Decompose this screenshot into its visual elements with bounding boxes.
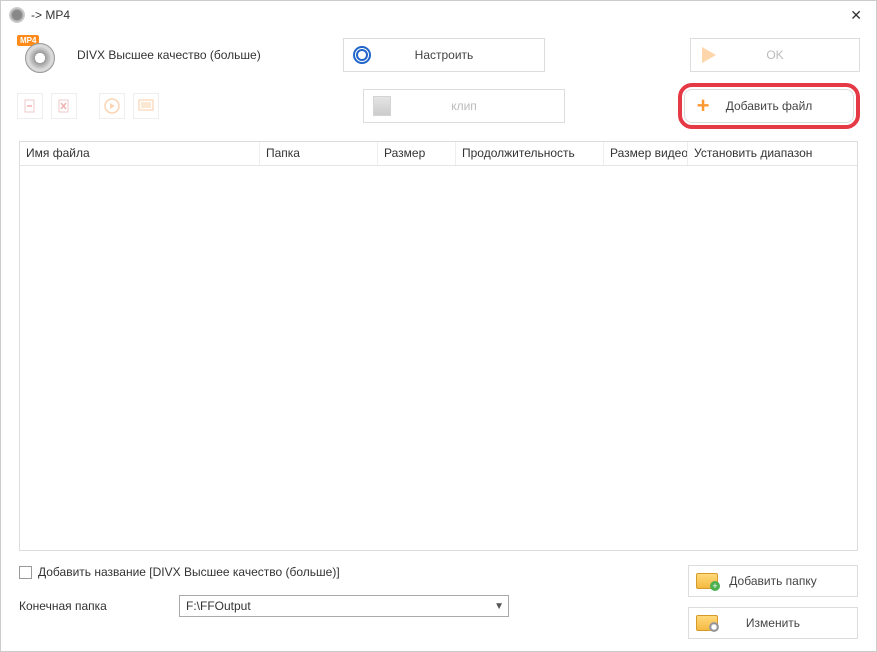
dest-value: F:\FFOutput: [186, 599, 251, 613]
chevron-down-icon: ▼: [494, 601, 504, 612]
clip-button[interactable]: клип: [363, 89, 565, 123]
change-button[interactable]: Изменить: [688, 607, 858, 639]
folder-add-icon: [696, 573, 718, 589]
top-row: MP4 DIVX Высшее качество (больше) Настро…: [1, 29, 876, 79]
play-icon: [104, 98, 120, 114]
page-x-icon: [57, 99, 71, 113]
dest-row: Конечная папка F:\FFOutput ▼: [19, 595, 688, 617]
remove-button[interactable]: [17, 93, 43, 119]
bottom-area: Добавить название [DIVX Высшее качество …: [1, 551, 876, 651]
ok-button[interactable]: OK: [690, 38, 860, 72]
col-duration[interactable]: Продолжительность: [456, 142, 604, 165]
add-file-highlight: + Добавить файл: [678, 83, 860, 129]
dest-label: Конечная папка: [19, 599, 179, 613]
col-video-size[interactable]: Размер видео: [604, 142, 688, 165]
bottom-buttons: Добавить папку Изменить: [688, 565, 858, 639]
add-name-checkbox[interactable]: [19, 566, 32, 579]
second-row: клип + Добавить файл: [1, 79, 876, 141]
page-minus-icon: [23, 99, 37, 113]
add-name-row: Добавить название [DIVX Высшее качество …: [19, 565, 688, 579]
col-size[interactable]: Размер: [378, 142, 456, 165]
delete-button[interactable]: [51, 93, 77, 119]
folder-change-icon: [696, 615, 718, 631]
film-icon: [373, 96, 391, 116]
table-body: [20, 166, 857, 550]
add-file-button[interactable]: + Добавить файл: [684, 89, 854, 123]
gear-icon: [353, 46, 371, 64]
configure-button[interactable]: Настроить: [343, 38, 545, 72]
titlebar: -> MP4 ✕: [1, 1, 876, 29]
window-title: -> MP4: [31, 8, 844, 22]
plus-icon: +: [697, 95, 710, 117]
app-icon: [9, 7, 25, 23]
add-folder-button[interactable]: Добавить папку: [688, 565, 858, 597]
table-header: Имя файла Папка Размер Продолжительность…: [20, 142, 857, 166]
col-folder[interactable]: Папка: [260, 142, 378, 165]
monitor-icon: [138, 99, 154, 113]
col-filename[interactable]: Имя файла: [20, 142, 260, 165]
app-window: -> MP4 ✕ MP4 DIVX Высшее качество (больш…: [0, 0, 877, 652]
format-label: DIVX Высшее качество (больше): [77, 48, 297, 62]
disc-icon: [25, 43, 55, 73]
close-icon[interactable]: ✕: [844, 5, 868, 26]
file-table: Имя файла Папка Размер Продолжительность…: [19, 141, 858, 551]
dest-select[interactable]: F:\FFOutput ▼: [179, 595, 509, 617]
arrow-right-icon: [702, 47, 716, 63]
add-name-label: Добавить название [DIVX Высшее качество …: [38, 565, 340, 579]
format-icon: MP4: [17, 35, 57, 75]
view-button[interactable]: [133, 93, 159, 119]
play-button[interactable]: [99, 93, 125, 119]
col-set-range[interactable]: Установить диапазон: [688, 142, 857, 165]
